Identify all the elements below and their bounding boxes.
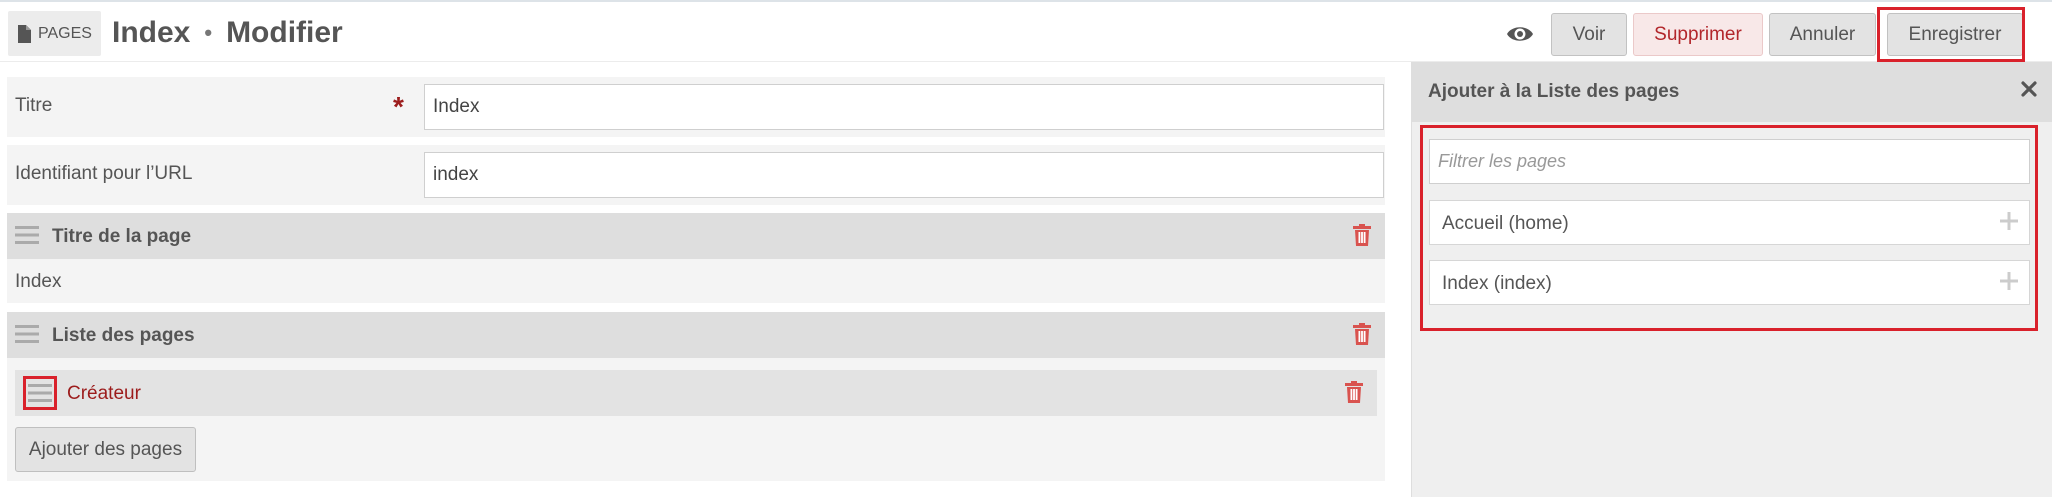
plus-icon[interactable] (1999, 271, 2019, 291)
page-mode: Modifier (226, 16, 343, 49)
url-field-label: Identifiant pour l’URL (15, 163, 193, 184)
trash-icon[interactable] (1353, 224, 1371, 246)
trash-icon[interactable] (1345, 381, 1363, 403)
filter-pages-input[interactable] (1429, 139, 2030, 184)
add-to-list-panel: Ajouter à la Liste des pages Accueil (ho… (1411, 62, 2052, 497)
close-icon[interactable] (2020, 80, 2038, 98)
block-title: Titre de la page (52, 226, 192, 247)
page-picker: Accueil (home) Index (index) (1420, 125, 2038, 331)
block-page-title-body: Index (7, 259, 1385, 303)
page-option[interactable]: Index (index) (1429, 260, 2030, 305)
save-button[interactable]: Enregistrer (1887, 13, 2023, 56)
add-pages-button[interactable]: Ajouter des pages (15, 427, 196, 472)
url-field-row: Identifiant pour l’URL (7, 145, 1385, 205)
view-button[interactable]: Voir (1551, 13, 1627, 56)
title-field-label: Titre (15, 95, 53, 116)
page-option-label: Index (index) (1442, 273, 1552, 294)
plus-icon[interactable] (1999, 211, 2019, 231)
block-title: Liste des pages (52, 325, 195, 346)
page-name: Index (112, 16, 191, 49)
block-page-title-header: Titre de la page (7, 213, 1385, 259)
section-breadcrumb[interactable]: PAGES (8, 11, 101, 56)
eye-icon[interactable] (1506, 22, 1534, 46)
delete-button[interactable]: Supprimer (1633, 13, 1763, 56)
drag-handle-icon (28, 384, 52, 402)
url-slug-input[interactable] (424, 152, 1384, 198)
file-icon (18, 24, 31, 43)
block-page-list-header: Liste des pages (7, 312, 1385, 358)
block-value: Index (15, 271, 62, 292)
item-drag-handle[interactable] (23, 376, 57, 410)
title-field-row: Titre * (7, 77, 1385, 137)
title-input[interactable] (424, 84, 1384, 130)
drag-handle-icon[interactable] (15, 324, 39, 344)
top-bar: PAGES Index • Modifier Voir Supprimer An… (0, 0, 2052, 62)
page-editor: Titre * Identifiant pour l’URL Titre de … (0, 62, 1410, 497)
panel-header: Ajouter à la Liste des pages (1412, 62, 2052, 122)
block-page-list-body: Créateur Ajouter des pages (7, 358, 1385, 481)
section-label: PAGES (38, 24, 92, 42)
title-separator: • (204, 20, 213, 45)
trash-icon[interactable] (1353, 323, 1371, 345)
page-option-label: Accueil (home) (1442, 213, 1569, 234)
list-item: Créateur (15, 370, 1377, 416)
list-item-name[interactable]: Créateur (67, 383, 141, 405)
panel-title: Ajouter à la Liste des pages (1428, 81, 1680, 102)
cancel-button[interactable]: Annuler (1769, 13, 1876, 56)
drag-handle-icon[interactable] (15, 225, 39, 245)
page-option[interactable]: Accueil (home) (1429, 200, 2030, 245)
required-marker: * (393, 91, 404, 122)
page-title: Index • Modifier (112, 16, 343, 50)
